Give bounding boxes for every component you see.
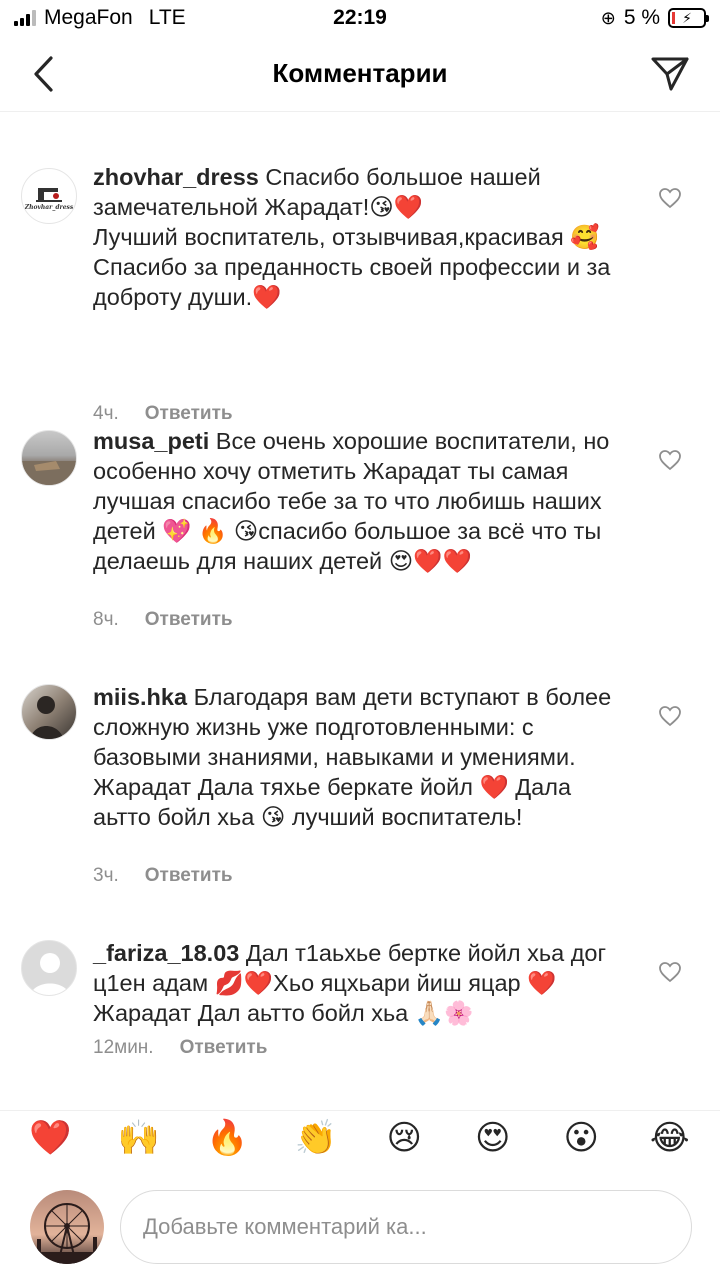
avatar[interactable]: Zhovhar_dress bbox=[21, 168, 77, 224]
comment-username[interactable]: zhovhar_dress bbox=[93, 164, 259, 190]
comment-meta: 4ч. Ответить bbox=[93, 403, 233, 425]
comment-meta: 8ч. Ответить bbox=[93, 609, 233, 631]
heart-outline-icon bbox=[659, 962, 681, 983]
heart-outline-icon bbox=[659, 450, 681, 471]
boat-photo-icon bbox=[22, 461, 76, 485]
battery-percent: 5 % bbox=[623, 6, 660, 29]
emoji-heart-button[interactable]: ❤️ bbox=[25, 1113, 75, 1163]
comment-meta: 3ч. Ответить bbox=[93, 865, 233, 887]
comment-text: miis.hka Благодаря вам дети вступают в б… bbox=[93, 682, 623, 832]
reply-button[interactable]: Ответить bbox=[145, 865, 233, 887]
comment-text: zhovhar_dress Спасибо большое нашей заме… bbox=[93, 162, 623, 312]
battery-icon: ⚡ bbox=[668, 8, 709, 28]
like-button[interactable] bbox=[656, 702, 684, 730]
avatar[interactable] bbox=[21, 940, 77, 996]
reply-button[interactable]: Ответить bbox=[145, 609, 233, 631]
share-button[interactable] bbox=[648, 52, 692, 96]
reply-button[interactable]: Ответить bbox=[145, 403, 233, 425]
comment-line: Лучший воспитатель, отзывчивая,красивая … bbox=[93, 224, 600, 250]
paper-plane-icon bbox=[651, 57, 689, 91]
comment-text: musa_peti Все очень хорошие воспитатели,… bbox=[93, 426, 623, 576]
header: Комментарии bbox=[0, 40, 720, 112]
comment-meta: 12мин. Ответить bbox=[93, 1037, 267, 1059]
reply-button[interactable]: Ответить bbox=[180, 1037, 268, 1059]
avatar-brand-text: Zhovhar_dress bbox=[24, 203, 74, 211]
avatar[interactable] bbox=[21, 684, 77, 740]
orientation-lock-icon: ⊕ bbox=[600, 7, 616, 29]
comment-composer bbox=[0, 1188, 720, 1268]
comment-input[interactable] bbox=[120, 1190, 692, 1264]
comment-time: 3ч. bbox=[93, 865, 119, 886]
emoji-bar: ❤️ 🙌 🔥 👏 😢 😍 😮 😂 bbox=[0, 1110, 720, 1164]
emoji-clap-button[interactable]: 👏 bbox=[291, 1113, 341, 1163]
avatar[interactable] bbox=[21, 430, 77, 486]
sewing-machine-icon bbox=[36, 187, 62, 202]
comment-time: 8ч. bbox=[93, 609, 119, 630]
status-right: ⊕ 5 % ⚡ bbox=[600, 6, 709, 30]
comment-text: _fariza_18.03 Дал т1аьхье бертке йойл хь… bbox=[93, 938, 623, 1028]
emoji-raised-hands-button[interactable]: 🙌 bbox=[114, 1113, 164, 1163]
like-button[interactable] bbox=[656, 958, 684, 986]
emoji-heart-eyes-button[interactable]: 😍 bbox=[468, 1113, 518, 1163]
default-user-icon bbox=[30, 953, 70, 995]
comment-username[interactable]: _fariza_18.03 bbox=[93, 940, 239, 966]
emoji-fire-button[interactable]: 🔥 bbox=[202, 1113, 252, 1163]
heart-outline-icon bbox=[659, 706, 681, 727]
comment-time: 12мин. bbox=[93, 1037, 154, 1058]
ferris-wheel-photo-icon bbox=[30, 1190, 104, 1264]
like-button[interactable] bbox=[656, 184, 684, 212]
page-title: Комментарии bbox=[272, 58, 448, 88]
status-bar: MegaFon LTE 22:19 ⊕ 5 % ⚡ bbox=[0, 0, 720, 40]
emoji-crying-button[interactable]: 😢 bbox=[379, 1113, 429, 1163]
comment-username[interactable]: musa_peti bbox=[93, 428, 209, 454]
emoji-surprised-button[interactable]: 😮 bbox=[556, 1113, 606, 1163]
comment-time: 4ч. bbox=[93, 403, 119, 424]
emoji-laughing-button[interactable]: 😂 bbox=[645, 1113, 695, 1163]
person-photo-icon bbox=[30, 696, 64, 739]
comment-line: Спасибо за преданность своей профессии и… bbox=[93, 254, 611, 310]
heart-outline-icon bbox=[659, 188, 681, 209]
like-button[interactable] bbox=[656, 446, 684, 474]
comment-username[interactable]: miis.hka bbox=[93, 684, 187, 710]
my-avatar bbox=[30, 1190, 104, 1264]
